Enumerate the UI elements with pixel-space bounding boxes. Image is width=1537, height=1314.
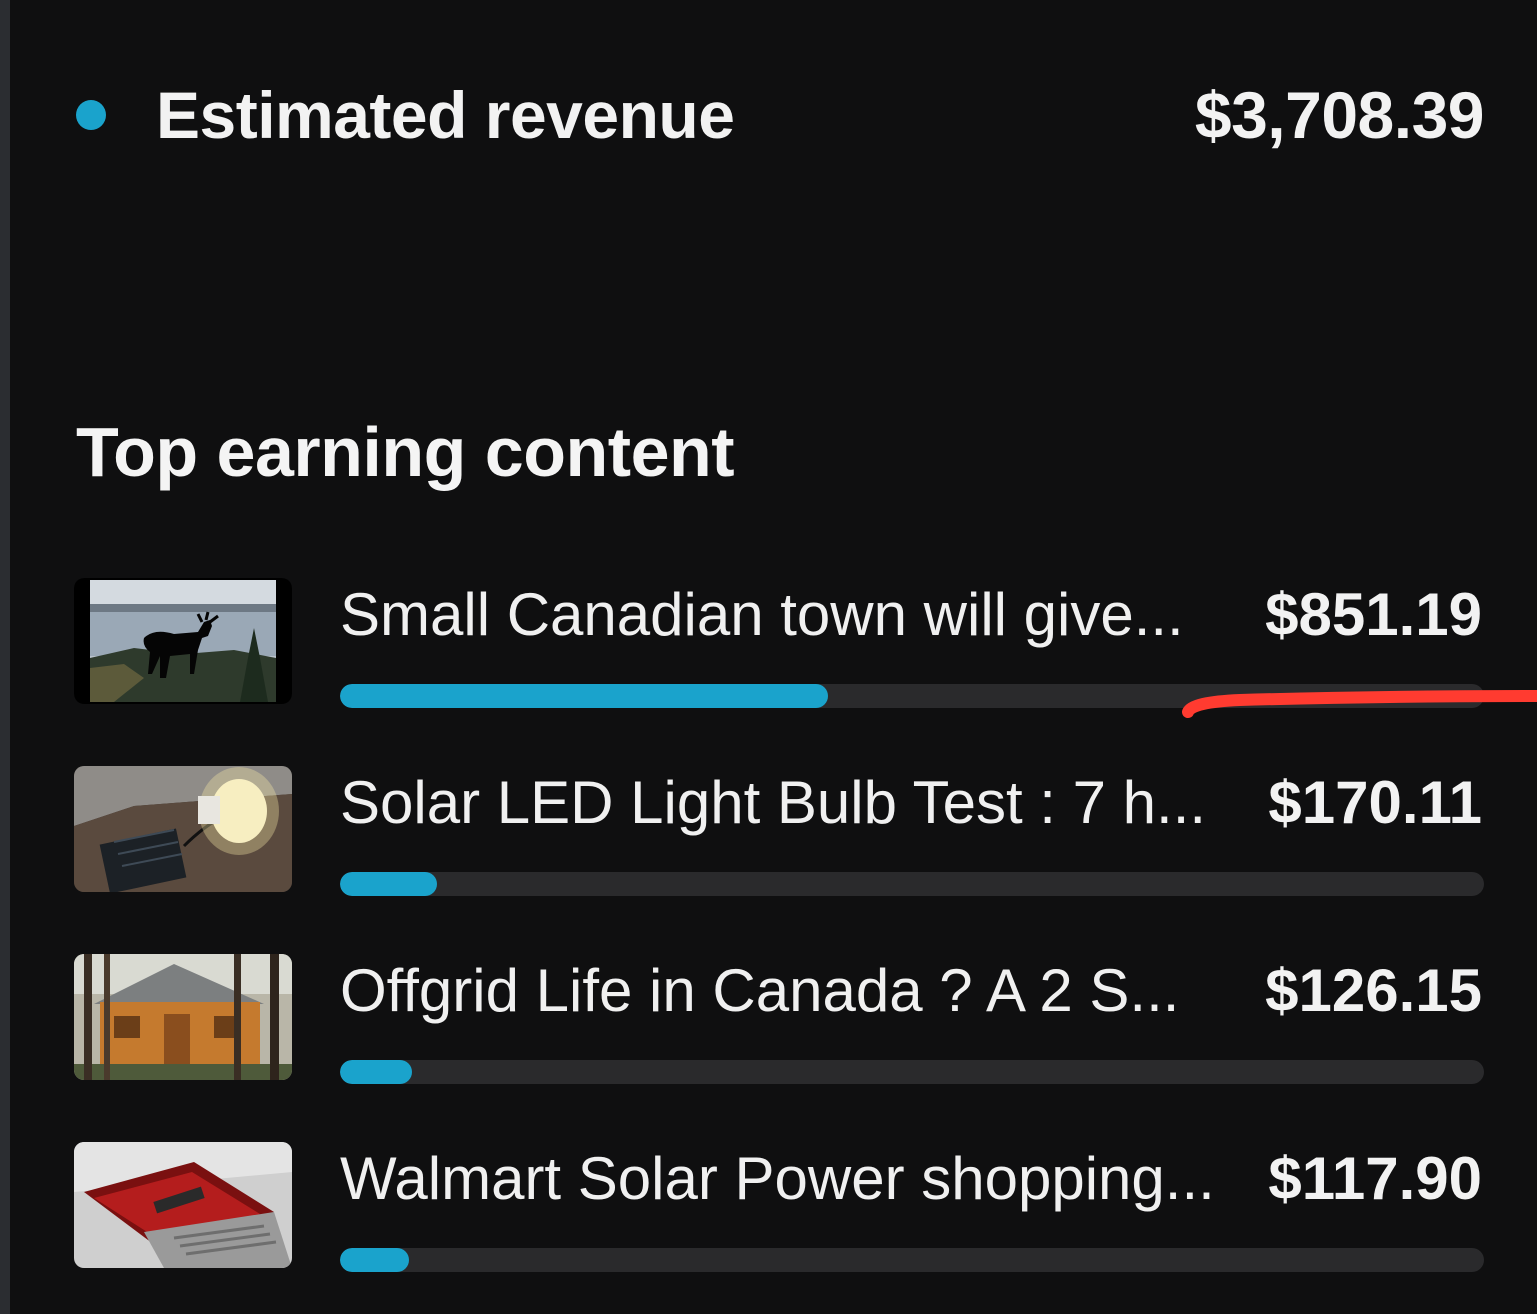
content-revenue: $117.90 — [1262, 1142, 1482, 1216]
revenue-legend: Estimated revenue — [74, 77, 735, 153]
content-title[interactable]: Small Canadian town will give... — [340, 578, 1240, 652]
solar-led-bulb-thumbnail[interactable] — [74, 766, 292, 892]
revenue-screen: Estimated revenue $3,708.39 Top earning … — [0, 0, 1537, 1314]
content-revenue: $170.11 — [1262, 766, 1482, 840]
content-item[interactable]: Walmart Solar Power shopping... $117.90 — [74, 1142, 1486, 1314]
legend-dot-icon — [76, 100, 106, 130]
revenue-label: Estimated revenue — [156, 78, 735, 152]
moose-silhouette-lake-thumbnail[interactable] — [74, 578, 292, 704]
content-title[interactable]: Walmart Solar Power shopping... — [340, 1142, 1240, 1216]
content-item[interactable]: Offgrid Life in Canada ? A 2 S... $126.1… — [74, 954, 1486, 1142]
revenue-bar-track — [340, 872, 1484, 896]
revenue-bar-fill — [340, 1060, 413, 1084]
red-annotation-stroke — [1182, 690, 1537, 718]
section-title: Top earning content — [76, 413, 735, 491]
content-item[interactable]: Small Canadian town will give... $851.19 — [74, 578, 1486, 766]
revenue-bar-fill — [340, 872, 438, 896]
revenue-bar-fill — [340, 1248, 409, 1272]
estimated-revenue-row[interactable]: Estimated revenue $3,708.39 — [74, 72, 1485, 158]
revenue-bar-track — [340, 1248, 1484, 1272]
content-revenue: $851.19 — [1259, 578, 1482, 652]
left-edge-divider — [0, 0, 10, 1314]
power-inverter-box-thumbnail[interactable] — [74, 1142, 292, 1268]
content-item[interactable]: Solar LED Light Bulb Test : 7 h... $170.… — [74, 766, 1486, 954]
revenue-bar-fill — [340, 684, 829, 708]
revenue-bar-track — [340, 1060, 1484, 1084]
content-title[interactable]: Solar LED Light Bulb Test : 7 h... — [340, 766, 1240, 840]
content-revenue: $126.15 — [1259, 954, 1482, 1028]
revenue-value: $3,708.39 — [1194, 78, 1485, 152]
content-title[interactable]: Offgrid Life in Canada ? A 2 S... — [340, 954, 1240, 1028]
wooden-cabin-thumbnail[interactable] — [74, 954, 292, 1080]
